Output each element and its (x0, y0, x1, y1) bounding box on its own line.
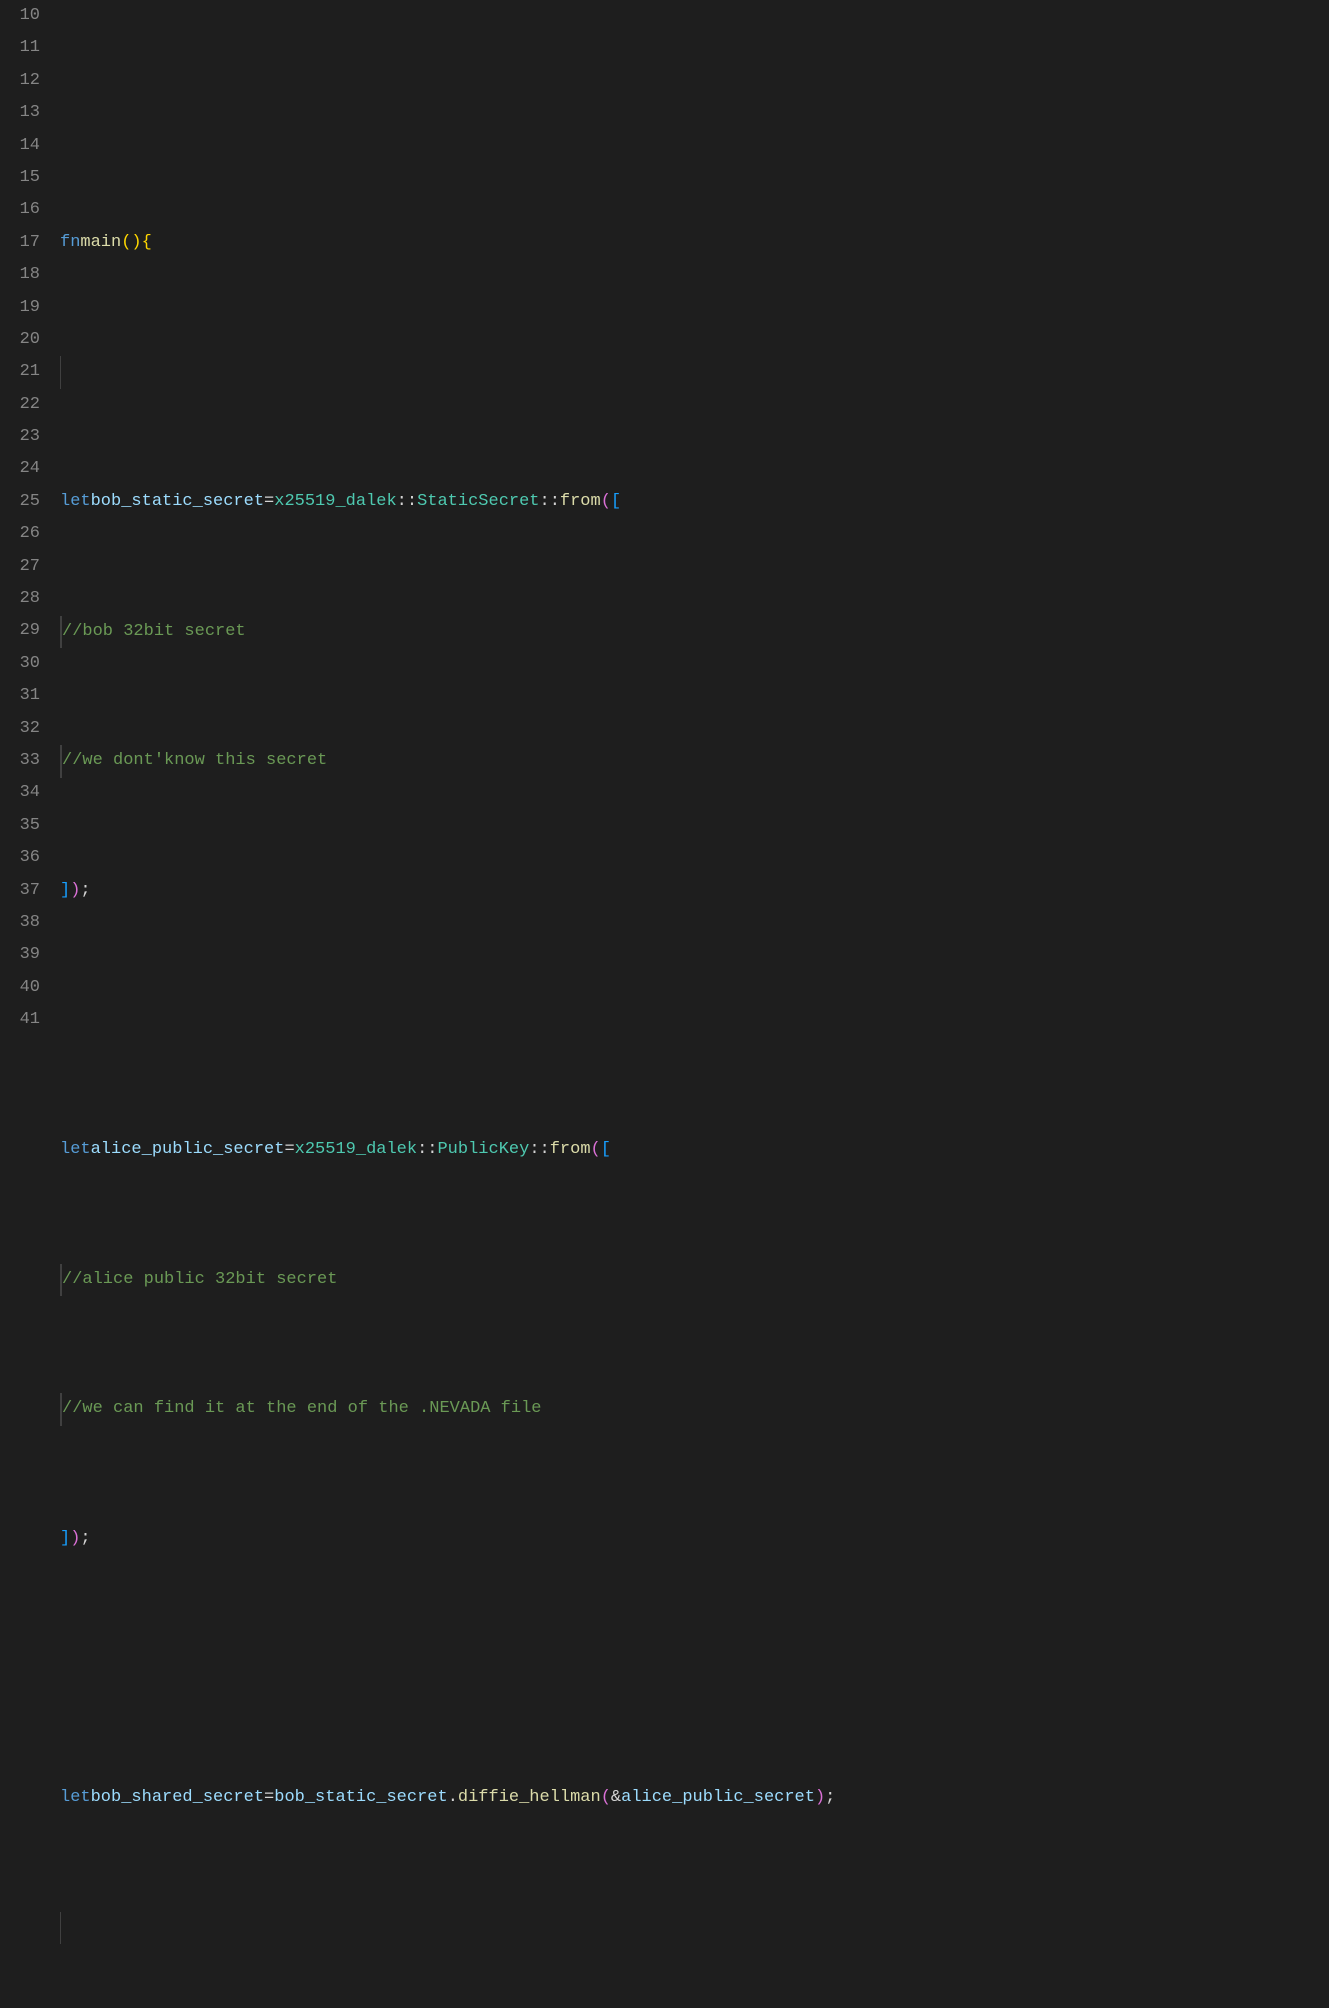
paren-open: ( (601, 486, 611, 518)
line-number: 24 (0, 453, 40, 485)
line-number: 33 (0, 745, 40, 777)
bracket-open: [ (611, 486, 621, 518)
path-sep: :: (529, 1134, 549, 1166)
code-line[interactable]: ]); (60, 1523, 1329, 1555)
line-number: 29 (0, 615, 40, 647)
line-number: 39 (0, 939, 40, 971)
line-number: 15 (0, 162, 40, 194)
line-number-gutter: 1011121314151617181920212223242526272829… (0, 0, 60, 1004)
code-line[interactable]: //alice public 32bit secret (60, 1264, 1329, 1296)
paren-close: ) (815, 1782, 825, 1814)
line-number: 18 (0, 259, 40, 291)
line-number: 19 (0, 292, 40, 324)
code-line[interactable]: //bob 32bit secret (60, 616, 1329, 648)
line-number: 17 (0, 227, 40, 259)
paren-open: ( (601, 1782, 611, 1814)
line-number: 10 (0, 0, 40, 32)
code-line[interactable]: let alice_public_secret = x25519_dalek::… (60, 1134, 1329, 1166)
identifier: bob_static_secret (91, 486, 264, 518)
comment: //bob 32bit secret (62, 616, 246, 648)
line-number: 11 (0, 32, 40, 64)
line-number: 32 (0, 713, 40, 745)
line-number: 28 (0, 583, 40, 615)
keyword-let: let (60, 1134, 91, 1166)
paren: ( (121, 227, 131, 259)
paren-close: ) (70, 1523, 80, 1555)
namespace: x25519_dalek (295, 1134, 417, 1166)
type: PublicKey (437, 1134, 529, 1166)
code-line[interactable] (60, 356, 1329, 388)
line-number: 27 (0, 551, 40, 583)
line-number: 31 (0, 680, 40, 712)
line-number: 34 (0, 777, 40, 809)
comment: //we dont'know this secret (62, 745, 327, 777)
paren: ) (131, 227, 141, 259)
op-eq: = (264, 486, 274, 518)
line-number: 41 (0, 1004, 40, 1036)
namespace: x25519_dalek (274, 486, 396, 518)
brace-open: { (142, 227, 152, 259)
code-line[interactable] (60, 1004, 1329, 1036)
identifier: alice_public_secret (91, 1134, 285, 1166)
keyword-let: let (60, 1782, 91, 1814)
line-number: 21 (0, 356, 40, 388)
line-number: 36 (0, 842, 40, 874)
line-number: 40 (0, 972, 40, 1004)
path-sep: :: (397, 486, 417, 518)
line-number: 20 (0, 324, 40, 356)
comment: //we can find it at the end of the .NEVA… (62, 1393, 541, 1425)
line-number: 37 (0, 875, 40, 907)
code-line[interactable] (60, 1653, 1329, 1685)
type: StaticSecret (417, 486, 539, 518)
paren-open: ( (591, 1134, 601, 1166)
paren-close: ) (70, 875, 80, 907)
code-line[interactable] (60, 97, 1329, 129)
semicolon: ; (80, 1523, 90, 1555)
code-line[interactable]: //we dont'know this secret (60, 745, 1329, 777)
line-number: 13 (0, 97, 40, 129)
code-editor: 1011121314151617181920212223242526272829… (0, 0, 1329, 1004)
bracket-close: ] (60, 875, 70, 907)
line-number: 22 (0, 389, 40, 421)
code-line[interactable]: let bob_shared_secret = bob_static_secre… (60, 1782, 1329, 1814)
op-amp: & (611, 1782, 621, 1814)
line-number: 23 (0, 421, 40, 453)
op-eq: = (264, 1782, 274, 1814)
line-number: 35 (0, 810, 40, 842)
line-number: 26 (0, 518, 40, 550)
dot: . (448, 1782, 458, 1814)
path-sep: :: (540, 486, 560, 518)
fn-name: main (80, 227, 121, 259)
code-line[interactable] (60, 1912, 1329, 1944)
line-number: 14 (0, 130, 40, 162)
code-area[interactable]: fn main() { let bob_static_secret = x255… (60, 0, 1329, 1004)
comment: //alice public 32bit secret (62, 1264, 337, 1296)
code-line[interactable]: fn main() { (60, 227, 1329, 259)
code-line[interactable]: //we can find it at the end of the .NEVA… (60, 1393, 1329, 1425)
identifier: bob_static_secret (274, 1782, 447, 1814)
path-sep: :: (417, 1134, 437, 1166)
fn-call: from (560, 486, 601, 518)
fn-call: diffie_hellman (458, 1782, 601, 1814)
code-line[interactable]: let bob_static_secret = x25519_dalek::St… (60, 486, 1329, 518)
semicolon: ; (80, 875, 90, 907)
line-number: 30 (0, 648, 40, 680)
line-number: 16 (0, 194, 40, 226)
identifier: alice_public_secret (621, 1782, 815, 1814)
semicolon: ; (825, 1782, 835, 1814)
bracket-close: ] (60, 1523, 70, 1555)
op-eq: = (284, 1134, 294, 1166)
bracket-open: [ (601, 1134, 611, 1166)
line-number: 12 (0, 65, 40, 97)
keyword-let: let (60, 486, 91, 518)
line-number: 38 (0, 907, 40, 939)
identifier: bob_shared_secret (91, 1782, 264, 1814)
fn-call: from (550, 1134, 591, 1166)
line-number: 25 (0, 486, 40, 518)
code-line[interactable]: ]); (60, 875, 1329, 907)
keyword-fn: fn (60, 227, 80, 259)
